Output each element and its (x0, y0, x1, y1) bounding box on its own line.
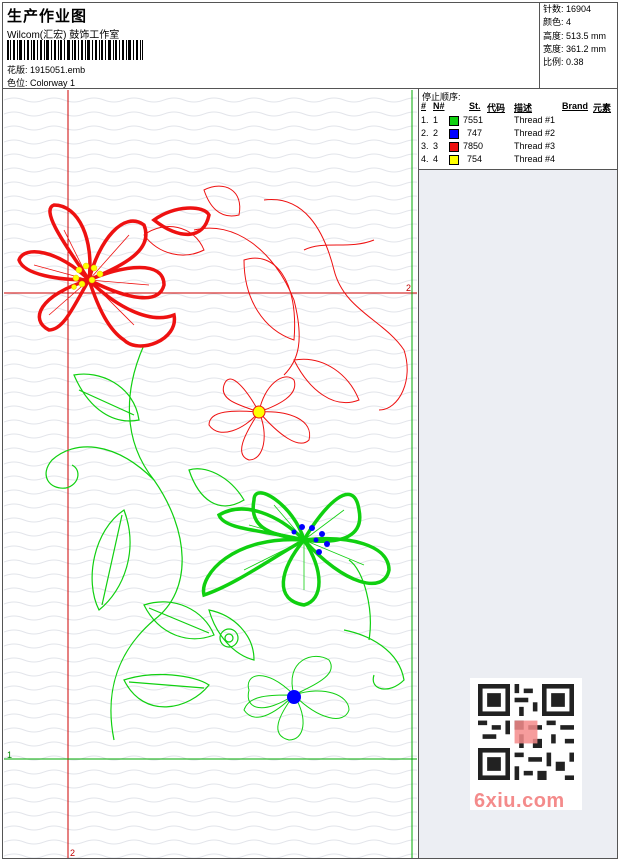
colorway-value: Colorway 1 (30, 78, 76, 88)
qr-code (478, 684, 574, 780)
col-code: 代码 (487, 103, 506, 113)
header: 生产作业图 Wilcom(汇宏) 鼓饰工作室 花版: 1915051.emb 色… (3, 3, 539, 89)
fabric-background (4, 90, 417, 858)
page-title: 生产作业图 (7, 8, 88, 25)
header-divider (539, 3, 540, 89)
pattern-value: 1915051.emb (30, 65, 86, 75)
color-swatch (449, 129, 459, 139)
blue-flower-center (287, 690, 301, 704)
stop-sequence-panel: 停止顺序: # N# St. 代码 描述 Brand 元素 1. 1 7551 … (419, 89, 618, 169)
thread-row: 1. 1 7551 Thread #1 (421, 115, 556, 126)
colorway-label: 色位: (7, 78, 28, 88)
color-swatch (449, 116, 459, 126)
embroidery-design (4, 90, 417, 858)
thread-row: 4. 4 754 Thread #4 (421, 154, 556, 165)
col-hash: # (421, 101, 427, 111)
stats-panel: 针数: 16904 颜色: 4 高度: 513.5 mm 宽度: 361.2 m… (541, 3, 619, 69)
stat-scale: 比例: 0.38 (543, 57, 584, 68)
color-swatch (449, 142, 459, 152)
pattern-info: 花版: 1915051.emb (7, 63, 85, 76)
col-element: 元素 (593, 103, 612, 113)
col-desc: 描述 (514, 103, 533, 113)
guide-label-red-h: 2 (406, 283, 412, 293)
watermark-logo: 6xiu.com (474, 790, 565, 812)
color-swatch (449, 155, 459, 165)
yellow-flower-center (252, 405, 266, 419)
col-n: N# (433, 101, 445, 111)
guide-label-green-h: 1 (7, 750, 13, 760)
col-st: St. (469, 101, 481, 111)
thread-row: 3. 3 7850 Thread #3 (421, 141, 556, 152)
pattern-label: 花版: (7, 65, 28, 75)
company-name: Wilcom(汇宏) 鼓饰工作室 (7, 30, 120, 41)
stat-colors: 颜色: 4 (543, 17, 572, 28)
col-brand: Brand (562, 101, 589, 111)
stat-height: 高度: 513.5 mm (543, 30, 607, 41)
barcode (7, 40, 143, 60)
guide-label-red-v: 2 (70, 848, 76, 858)
stat-stitches: 针数: 16904 (543, 4, 592, 14)
thread-row: 2. 2 747 Thread #2 (421, 128, 556, 139)
stat-width: 宽度: 361.2 mm (543, 43, 607, 54)
